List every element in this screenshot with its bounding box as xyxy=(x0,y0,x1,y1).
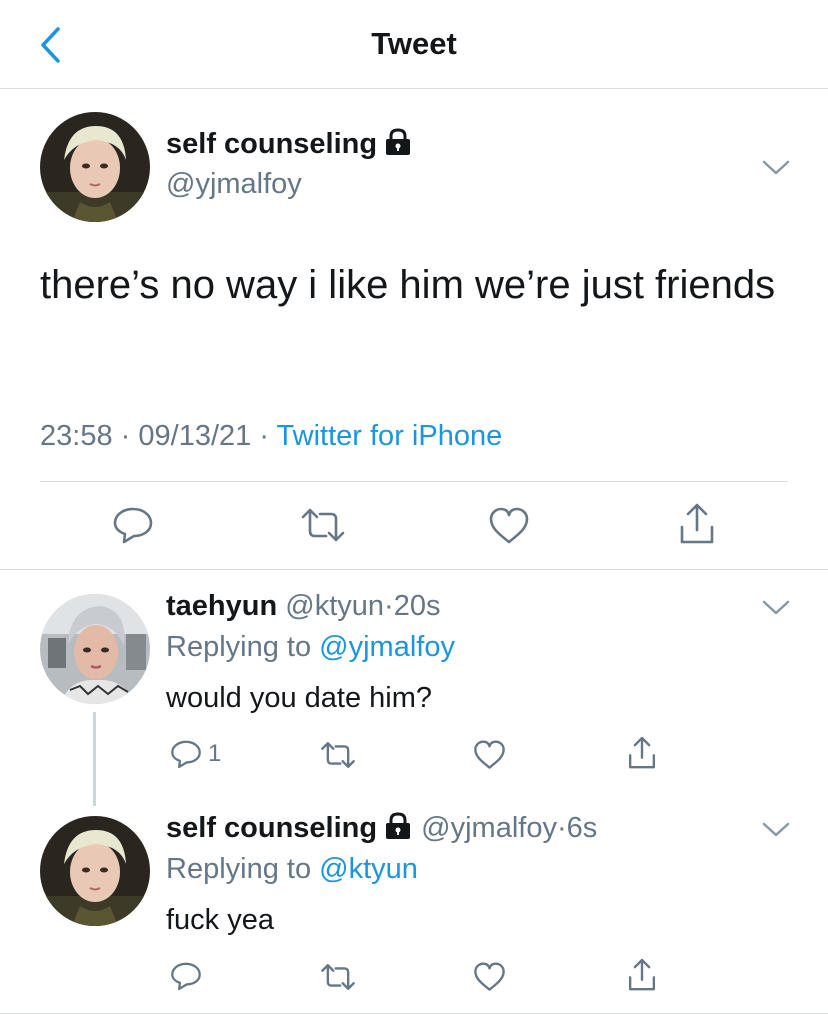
replying-to: Replying to @yjmalfoy xyxy=(166,631,455,664)
more-chevron-button[interactable] xyxy=(760,596,792,620)
retweet-icon xyxy=(321,742,355,768)
author-display-name: self counseling xyxy=(166,128,378,160)
author-handle[interactable]: @yjmalfoy xyxy=(166,168,302,201)
retweet-button[interactable] xyxy=(320,962,356,992)
retweet-button[interactable] xyxy=(300,507,346,543)
retweet-icon xyxy=(321,964,355,990)
reply-button[interactable]: 1 xyxy=(170,738,221,770)
tweet-source-link[interactable]: Twitter for iPhone xyxy=(277,420,503,452)
retweet-icon xyxy=(301,508,345,542)
share-button[interactable] xyxy=(627,736,657,770)
tweet-date: 09/13/21 xyxy=(138,420,252,452)
heart-icon xyxy=(474,740,505,769)
chevron-down-icon xyxy=(762,160,790,175)
chevron-down-icon xyxy=(762,600,790,615)
reply-time: 20s xyxy=(393,590,441,622)
avatar[interactable] xyxy=(40,594,150,704)
reply-button[interactable] xyxy=(112,505,154,545)
meta-sep: · xyxy=(259,420,269,452)
header: Tweet xyxy=(0,0,828,89)
replying-to: Replying to @ktyun xyxy=(166,853,418,886)
tweet-meta: 23:58 · 09/13/21 · Twitter for iPhone xyxy=(40,420,502,453)
tweet-text: there’s no way i like him we’re just fri… xyxy=(40,263,776,307)
thread-line xyxy=(93,712,96,806)
tweet-time: 23:58 xyxy=(40,420,113,452)
author-name[interactable]: self counseling xyxy=(166,128,413,161)
replying-prefix: Replying to xyxy=(166,853,312,885)
reply-button[interactable] xyxy=(170,960,202,992)
page-title: Tweet xyxy=(371,26,457,61)
heart-icon xyxy=(489,507,529,544)
meta-sep: · xyxy=(120,420,131,452)
replying-prefix: Replying to xyxy=(166,631,312,663)
lock-icon xyxy=(383,128,413,161)
share-icon xyxy=(628,736,656,769)
share-icon xyxy=(628,958,656,991)
share-button[interactable] xyxy=(627,958,657,992)
divider xyxy=(40,481,788,482)
reply-text: fuck yea xyxy=(166,904,274,936)
reply-icon xyxy=(171,962,201,991)
reply-header: taehyun @ktyun·20s xyxy=(166,590,440,623)
divider xyxy=(0,569,828,570)
more-chevron-button[interactable] xyxy=(760,818,792,842)
reply-icon xyxy=(171,740,201,769)
reply-author-name[interactable]: self counseling xyxy=(166,812,377,844)
reply-header: self counseling @yjmalfoy·6s xyxy=(166,812,597,848)
reply-author-handle[interactable]: @ktyun xyxy=(285,590,384,622)
retweet-button[interactable] xyxy=(320,740,356,770)
lock-icon xyxy=(383,812,413,848)
chevron-down-icon xyxy=(762,822,790,837)
dot-separator: · xyxy=(556,812,567,844)
reply-text: would you date him? xyxy=(166,682,432,714)
reply-count: 1 xyxy=(208,740,222,767)
reply-author-name[interactable]: taehyun xyxy=(166,590,277,622)
reply-time: 6s xyxy=(566,812,598,844)
dot-separator: · xyxy=(384,590,394,622)
share-icon xyxy=(680,503,714,544)
like-button[interactable] xyxy=(473,740,506,770)
replying-to-link[interactable]: @ktyun xyxy=(319,853,418,885)
like-button[interactable] xyxy=(473,962,506,992)
avatar[interactable] xyxy=(40,112,150,222)
avatar[interactable] xyxy=(40,816,150,926)
heart-icon xyxy=(474,962,505,991)
reply-author-handle[interactable]: @yjmalfoy xyxy=(421,812,557,844)
share-button[interactable] xyxy=(678,503,716,545)
reply-icon xyxy=(113,507,153,544)
more-chevron-button[interactable] xyxy=(760,156,792,180)
like-button[interactable] xyxy=(488,507,530,545)
replying-to-link[interactable]: @yjmalfoy xyxy=(319,631,455,663)
